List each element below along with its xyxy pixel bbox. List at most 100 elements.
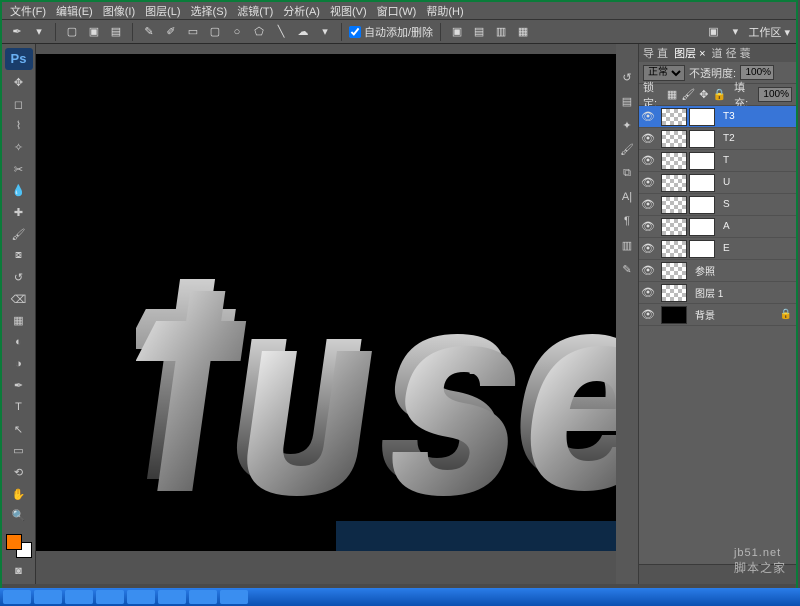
pen-tool-icon[interactable]: ✒ [8,23,26,41]
color-swatch[interactable] [6,534,32,558]
layer-thumbnail[interactable] [661,218,687,236]
ellipse-icon[interactable]: ○ [228,23,246,41]
lock-all-icon[interactable]: 🔒 [712,88,726,101]
screen-mode-icon[interactable]: ▣ [704,23,722,41]
visibility-icon[interactable]: 👁 [639,110,657,123]
quickmask-icon[interactable]: ◙ [8,561,30,580]
menu-filter[interactable]: 滤镜(T) [233,3,277,19]
taskbar-item[interactable] [96,590,124,604]
layer-name[interactable]: 图层 1 [691,285,792,300]
type-tool-icon[interactable]: T [8,398,30,417]
shape-tool-icon[interactable]: ▭ [8,441,30,460]
fill-input[interactable] [758,87,792,102]
layer-row[interactable]: 👁T [639,150,796,172]
taskbar-item[interactable] [65,590,93,604]
layer-row[interactable]: 👁S [639,194,796,216]
path-mode-icon[interactable]: ▢ [63,23,81,41]
rrect-icon[interactable]: ▢ [206,23,224,41]
fill-mode-icon[interactable]: ▤ [107,23,125,41]
polygon-icon[interactable]: ⬠ [250,23,268,41]
menu-window[interactable]: 窗口(W) [373,3,421,19]
notes-icon[interactable]: ✎ [618,260,636,278]
layer-name[interactable]: T3 [719,111,792,122]
dropdown-icon[interactable]: ▾ [30,23,48,41]
pen-tool-icon[interactable]: ✒ [8,376,30,395]
taskbar-item[interactable] [220,590,248,604]
layer-row[interactable]: 👁 T2 [639,128,796,150]
visibility-icon[interactable]: 👁 [639,132,657,145]
taskbar-item[interactable] [34,590,62,604]
auto-add-delete-checkbox[interactable]: 自动添加/删除 [349,24,433,40]
layer-name[interactable]: T2 [719,133,792,144]
gradient-tool-icon[interactable]: ▦ [8,311,30,330]
visibility-icon[interactable]: 👁 [639,286,657,299]
tab-navigator[interactable]: 导 直 [643,45,668,61]
layer-mask-thumbnail[interactable] [689,240,715,258]
menu-help[interactable]: 帮助(H) [422,3,467,19]
freeform-pen-icon[interactable]: ✐ [162,23,180,41]
layer-row[interactable]: 👁参照 [639,260,796,282]
menu-image[interactable]: 图像(I) [99,3,139,19]
layer-mask-thumbnail[interactable] [689,108,715,126]
workspace-switcher[interactable]: 工作区 ▾ [748,24,790,40]
history-panel-icon[interactable]: ↺ [618,68,636,86]
marquee-tool-icon[interactable]: ◻ [8,95,30,114]
layer-thumbnail[interactable] [661,306,687,324]
visibility-icon[interactable]: 👁 [639,154,657,167]
lock-paint-icon[interactable]: 🖌 [681,88,695,101]
layer-thumbnail[interactable] [661,152,687,170]
layer-name[interactable]: U [719,177,792,188]
menu-edit[interactable]: 编辑(E) [52,3,97,19]
heal-tool-icon[interactable]: ✚ [8,203,30,222]
layer-thumbnail[interactable] [661,284,687,302]
layercomps-icon[interactable]: ▥ [618,236,636,254]
taskbar-item[interactable] [3,590,31,604]
actions-panel-icon[interactable]: ▤ [618,92,636,110]
layer-mask-thumbnail[interactable] [689,196,715,214]
visibility-icon[interactable]: 👁 [639,198,657,211]
threed-tool-icon[interactable]: ⟲ [8,463,30,482]
pathop-subtract-icon[interactable]: ▤ [470,23,488,41]
layer-name[interactable]: S [719,199,792,210]
menu-file[interactable]: 文件(F) [6,3,50,19]
crop-tool-icon[interactable]: ✂ [8,160,30,179]
layer-thumbnail[interactable] [661,196,687,214]
visibility-icon[interactable]: 👁 [639,220,657,233]
layer-row[interactable]: 👁背景🔒 [639,304,796,326]
character-panel-icon[interactable]: A| [618,188,636,206]
layer-row[interactable]: 👁A [639,216,796,238]
lock-trans-icon[interactable]: ▦ [667,88,677,101]
layer-name[interactable]: 背景 [691,307,776,322]
path-select-icon[interactable]: ↖ [8,420,30,439]
stamp-tool-icon[interactable]: ⧇ [8,246,30,265]
foreground-color[interactable] [6,534,22,550]
brush-tool-icon[interactable]: 🖌 [8,225,30,244]
dodge-tool-icon[interactable]: ◑ [8,355,30,374]
rect-icon[interactable]: ▭ [184,23,202,41]
layer-thumbnail[interactable] [661,174,687,192]
dropdown-icon[interactable]: ▾ [726,23,744,41]
taskbar-item[interactable] [127,590,155,604]
windows-taskbar[interactable] [0,588,800,606]
menu-layer[interactable]: 图层(L) [141,3,184,19]
menu-analysis[interactable]: 分析(A) [279,3,324,19]
tab-channels[interactable]: 道 径 蓑 [712,45,751,61]
layer-row[interactable]: 👁E [639,238,796,260]
pathop-combine-icon[interactable]: ▣ [448,23,466,41]
visibility-icon[interactable]: 👁 [639,242,657,255]
menu-select[interactable]: 选择(S) [187,3,232,19]
zoom-tool-icon[interactable]: 🔍 [8,506,30,525]
auto-checkbox-input[interactable] [349,26,361,38]
history-brush-icon[interactable]: ↺ [8,268,30,287]
line-icon[interactable]: ╲ [272,23,290,41]
brushes-icon[interactable]: 🖌 [618,140,636,158]
layer-mask-thumbnail[interactable] [689,130,715,148]
layer-name[interactable]: E [719,243,792,254]
eyedropper-tool-icon[interactable]: 💧 [8,181,30,200]
eraser-tool-icon[interactable]: ⌫ [8,290,30,309]
visibility-icon[interactable]: 👁 [639,308,657,321]
visibility-icon[interactable]: 👁 [639,264,657,277]
blur-tool-icon[interactable]: ◐ [8,333,30,352]
layer-name[interactable]: T [719,155,792,166]
layer-thumbnail[interactable] [661,240,687,258]
